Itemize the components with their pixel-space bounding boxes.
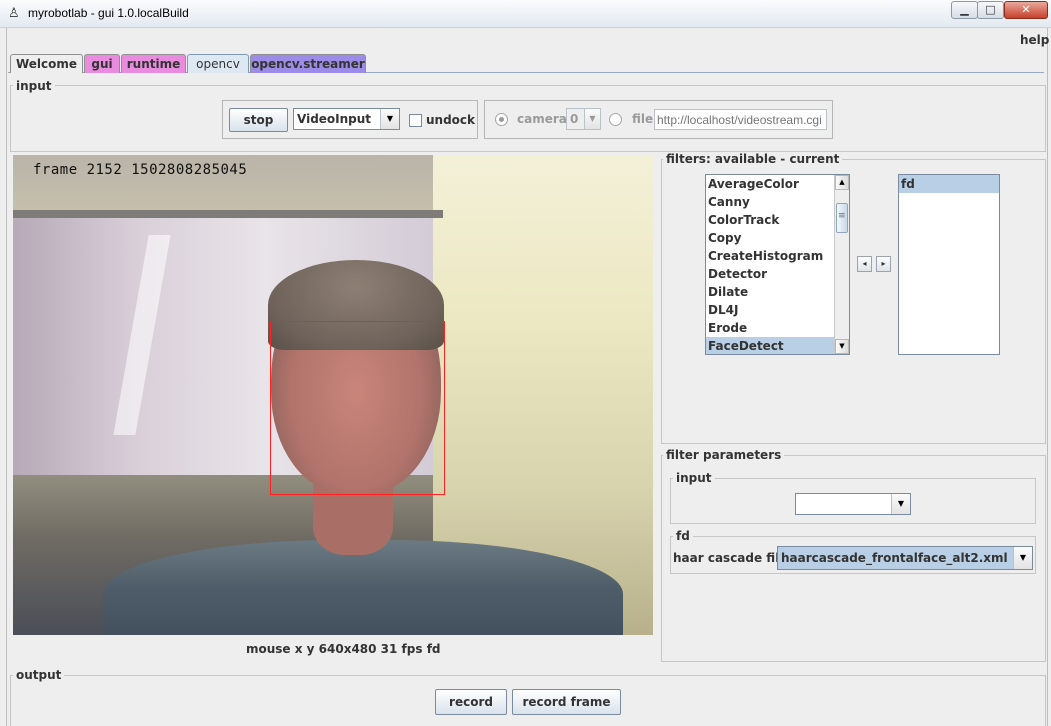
camera-index-select[interactable]: 0 ▼	[566, 108, 601, 130]
output-panel-title: output	[13, 668, 65, 682]
face-detection-box	[270, 321, 445, 495]
list-item-selected[interactable]: FaceDetect	[706, 337, 849, 354]
chevron-down-icon: ▼	[380, 109, 399, 129]
frame-counter-overlay: frame 2152 1502808285045	[33, 162, 248, 178]
file-radio[interactable]	[609, 113, 622, 126]
tab-opencv[interactable]: opencv	[187, 54, 249, 73]
maximize-button[interactable]: □	[977, 1, 1004, 19]
video-status: mouse x y 640x480 31 fps fd	[246, 642, 441, 656]
robot-icon: ♙	[8, 6, 20, 21]
available-filters-list[interactable]: AverageColor Canny ColorTrack Copy Creat…	[705, 174, 850, 355]
scroll-thumb[interactable]: ≡	[836, 203, 848, 233]
haar-cascade-select[interactable]: haarcascade_frontalface_alt2.xml ▼	[777, 546, 1033, 570]
help-menu[interactable]: help	[1020, 33, 1049, 47]
available-filters-scrollbar[interactable]: ▲ ≡ ▼	[834, 175, 849, 354]
list-item[interactable]: ColorTrack	[706, 211, 849, 229]
record-frame-button[interactable]: record frame	[512, 689, 621, 715]
undock-checkbox[interactable]	[409, 114, 422, 127]
current-filters-list[interactable]: fd	[898, 174, 1000, 355]
radio-selected-dot	[499, 117, 504, 122]
tab-opencv-streamer[interactable]: opencv.streamer	[250, 54, 366, 73]
close-button[interactable]: ✕	[1004, 1, 1048, 19]
haar-cascade-value: haarcascade_frontalface_alt2.xml	[781, 551, 1008, 565]
record-button[interactable]: record	[435, 689, 507, 715]
video-subject	[313, 485, 393, 555]
filter-parameters-title: filter parameters	[663, 448, 785, 462]
list-item[interactable]: Erode	[706, 319, 849, 337]
list-item[interactable]: Canny	[706, 193, 849, 211]
camera-index-value: 0	[570, 112, 579, 126]
list-item[interactable]: AverageColor	[706, 175, 849, 193]
parameter-input-title: input	[673, 471, 715, 485]
list-item-selected[interactable]: fd	[899, 175, 999, 193]
camera-radio[interactable]	[495, 113, 508, 126]
file-label: file	[632, 112, 654, 126]
stop-button[interactable]: stop	[229, 108, 288, 132]
scroll-up-icon[interactable]: ▲	[835, 175, 849, 190]
chevron-down-icon: ▼	[584, 109, 600, 129]
list-item[interactable]: DL4J	[706, 301, 849, 319]
fd-params-title: fd	[673, 529, 693, 543]
list-item[interactable]: CreateHistogram	[706, 247, 849, 265]
parameter-input-select[interactable]: ▼	[795, 493, 911, 515]
tab-welcome[interactable]: Welcome	[10, 54, 83, 73]
scroll-down-icon[interactable]: ▼	[835, 339, 849, 354]
undock-label: undock	[426, 113, 476, 127]
chevron-down-icon: ▼	[1013, 547, 1032, 569]
video-background	[13, 210, 443, 218]
filters-panel-title: filters: available - current	[663, 152, 843, 166]
video-source-value: VideoInput	[297, 112, 372, 126]
list-item[interactable]: Dilate	[706, 283, 849, 301]
tab-runtime[interactable]: runtime	[121, 54, 186, 73]
list-item[interactable]: Copy	[706, 229, 849, 247]
grip-icon: ≡	[838, 211, 846, 221]
list-item[interactable]: Detector	[706, 265, 849, 283]
tab-gui[interactable]: gui	[84, 54, 120, 73]
video-source-select[interactable]: VideoInput ▼	[293, 108, 400, 130]
remove-filter-button[interactable]: ◂	[857, 256, 872, 272]
camera-label: camera	[517, 112, 567, 126]
add-filter-button[interactable]: ▸	[876, 256, 891, 272]
input-panel-title: input	[13, 79, 55, 93]
available-filters-items: AverageColor Canny ColorTrack Copy Creat…	[706, 175, 849, 354]
minimize-button[interactable]: ▁	[951, 1, 978, 19]
file-url-input[interactable]	[654, 109, 827, 130]
window-title: myrobotlab - gui 1.0.localBuild	[28, 6, 189, 20]
haar-cascade-label: haar cascade file	[673, 551, 788, 565]
chevron-down-icon: ▼	[891, 494, 910, 514]
